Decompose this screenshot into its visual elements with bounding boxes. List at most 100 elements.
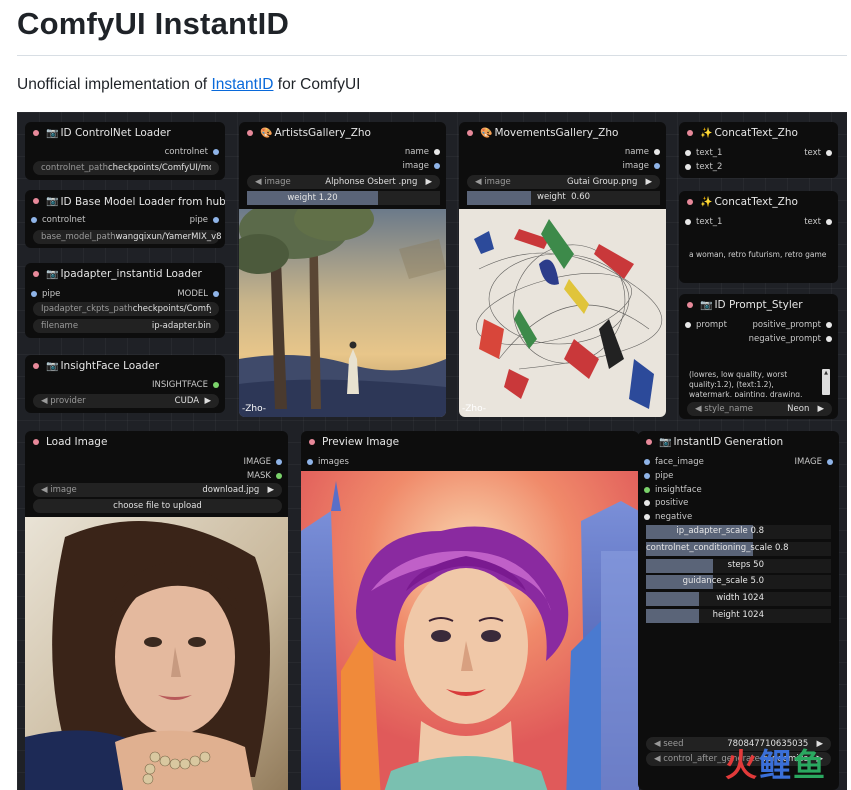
slider-controlnet-conditioning-scale[interactable]: controlnet_conditioning_scale 0.8 (646, 541, 831, 556)
output-dot-icon[interactable] (827, 459, 833, 465)
node-header[interactable]: 📷 InstantID Generation (638, 431, 839, 453)
output-slot-name[interactable]: name (405, 147, 440, 157)
output-dot-icon[interactable] (276, 473, 282, 479)
input-slot-controlnet[interactable]: controlnet (31, 215, 85, 225)
collapse-dot-icon[interactable] (687, 302, 693, 308)
node-header[interactable]: 🎨 ArtistsGallery_Zho (239, 122, 446, 144)
input-slot-text-2[interactable]: text_2 (685, 162, 722, 172)
style-name-widget[interactable]: ◀ style_name Neon ▶ (687, 402, 832, 416)
node-header[interactable]: ✨ ConcatText_Zho (679, 191, 838, 213)
input-slot-negative[interactable]: negative (644, 512, 692, 522)
provider-widget[interactable]: ◀ provider CUDA ▶ (33, 394, 219, 408)
output-slot-insightface[interactable]: INSIGHTFACE (152, 380, 219, 390)
input-slot-face-image[interactable]: face_image (644, 457, 704, 467)
input-dot-icon[interactable] (644, 500, 650, 506)
slider-ip-adapter-scale[interactable]: ip_adapter_scale 0.8 (646, 525, 831, 539)
collapse-dot-icon[interactable] (33, 198, 39, 204)
node-insightface-loader[interactable]: 📷 InsightFace Loader INSIGHTFACE ◀ provid… (25, 355, 225, 413)
node-header[interactable]: 📷 ID ControlNet Loader (25, 122, 225, 144)
node-concat-text-2[interactable]: ✨ ConcatText_Zho text_1 text a woman, ret… (679, 191, 838, 283)
node-canvas[interactable]: 📷 ID ControlNet Loader controlnet control… (17, 112, 847, 790)
node-concat-text-1[interactable]: ✨ ConcatText_Zho text_1 text_2 text (679, 122, 838, 178)
output-dot-icon[interactable] (826, 336, 832, 342)
input-slot-text-1[interactable]: text_1 (685, 148, 722, 158)
node-ipadapter-loader[interactable]: 📷 Ipadapter_instantid Loader pipe MODEL I… (25, 263, 225, 338)
input-slot-pipe[interactable]: pipe (31, 289, 60, 299)
output-dot-icon[interactable] (826, 219, 832, 225)
collapse-dot-icon[interactable] (309, 439, 315, 445)
node-header[interactable]: 🎨 MovementsGallery_Zho (459, 122, 666, 144)
node-header[interactable]: 📷 InsightFace Loader (25, 355, 225, 377)
node-artists-gallery[interactable]: 🎨 ArtistsGallery_Zho name image ◀ image Al… (239, 122, 446, 417)
input-dot-icon[interactable] (644, 473, 650, 479)
slider-steps[interactable]: steps 50 (646, 558, 831, 573)
input-slot-positive[interactable]: positive (644, 498, 688, 508)
output-slot-negative-prompt[interactable]: negative_prompt (749, 334, 832, 344)
input-slot-images[interactable]: images (307, 457, 349, 467)
input-dot-icon[interactable] (685, 219, 691, 225)
input-dot-icon[interactable] (644, 459, 650, 465)
output-slot-mask[interactable]: MASK (247, 471, 282, 481)
output-dot-icon[interactable] (826, 322, 832, 328)
node-header[interactable]: Preview Image (301, 431, 639, 453)
weight-slider-fill[interactable]: weight 1.20 (247, 191, 378, 205)
output-dot-icon[interactable] (434, 149, 440, 155)
negative-text-area[interactable]: (lowres, low quality, worst quality:1.2)… (683, 367, 821, 397)
base-model-path-widget[interactable]: base_model_path wangqixun/YamerMIX_v8 (33, 230, 222, 244)
node-base-model-loader[interactable]: 📷 ID Base Model Loader from hub 🤗 control… (25, 190, 225, 248)
output-dot-icon[interactable] (434, 163, 440, 169)
node-movements-gallery[interactable]: 🎨 MovementsGallery_Zho name image ◀ image… (459, 122, 666, 417)
output-slot-name[interactable]: name (625, 147, 660, 157)
collapse-dot-icon[interactable] (33, 130, 39, 136)
upload-button[interactable]: choose file to upload (33, 499, 282, 513)
node-prompt-styler[interactable]: 📷 ID Prompt_Styler prompt positive_prompt… (679, 294, 838, 419)
input-dot-icon[interactable] (685, 322, 691, 328)
input-dot-icon[interactable] (31, 217, 37, 223)
output-slot-model[interactable]: MODEL (177, 289, 219, 299)
collapse-dot-icon[interactable] (33, 271, 39, 277)
node-instantid-generation[interactable]: 📷 InstantID Generation IMAGE face_image p… (638, 431, 839, 790)
output-dot-icon[interactable] (826, 150, 832, 156)
output-slot-pipe[interactable]: pipe (190, 215, 219, 225)
collapse-dot-icon[interactable] (247, 130, 253, 136)
instantid-link[interactable]: InstantID (211, 76, 273, 93)
controlnet-path-widget[interactable]: controlnet_pathcheckpoints/ComfyUI/model… (33, 161, 219, 175)
node-header[interactable]: 📷 ID Base Model Loader from hub 🤗 (25, 190, 225, 212)
node-preview-image[interactable]: Preview Image images (301, 431, 639, 790)
output-dot-icon[interactable] (654, 149, 660, 155)
slider-guidance-scale[interactable]: guidance_scale 5.0 (646, 575, 831, 590)
scroll-up-icon[interactable]: ▲ (822, 369, 830, 377)
input-dot-icon[interactable] (685, 150, 691, 156)
output-dot-icon[interactable] (213, 149, 219, 155)
filename-widget[interactable]: filename ip-adapter.bin (33, 319, 219, 333)
node-controlnet-loader[interactable]: 📷 ID ControlNet Loader controlnet control… (25, 122, 225, 180)
collapse-dot-icon[interactable] (687, 130, 693, 136)
output-slot-image[interactable]: IMAGE (795, 457, 833, 467)
output-dot-icon[interactable] (213, 291, 219, 297)
collapse-dot-icon[interactable] (687, 199, 693, 205)
output-slot-text[interactable]: text (804, 148, 832, 158)
output-slot-image[interactable]: image (403, 161, 440, 171)
node-header[interactable]: ✨ ConcatText_Zho (679, 122, 838, 144)
image-combo-widget[interactable]: ◀ image Alphonse Osbert .png ▶ (247, 175, 440, 189)
collapse-dot-icon[interactable] (646, 439, 652, 445)
node-header[interactable]: 📷 Ipadapter_instantid Loader (25, 263, 225, 285)
node-load-image[interactable]: Load Image IMAGE MASK ◀ image download.jp… (25, 431, 288, 790)
output-slot-controlnet[interactable]: controlnet (165, 147, 219, 157)
slider-width[interactable]: width 1024 (646, 592, 831, 607)
node-header[interactable]: Load Image (25, 431, 288, 453)
weight-slider-fill[interactable] (467, 191, 531, 205)
output-dot-icon[interactable] (276, 459, 282, 465)
input-slot-prompt[interactable]: prompt (685, 320, 727, 330)
text-input-area[interactable]: a woman, retro futurism, retro game (683, 247, 834, 267)
slider-height[interactable]: height 1024 (646, 609, 831, 623)
input-dot-icon[interactable] (307, 459, 313, 465)
output-slot-image[interactable]: IMAGE (244, 457, 282, 467)
image-combo-widget[interactable]: ◀ image download.jpg ▶ (33, 483, 282, 497)
collapse-dot-icon[interactable] (467, 130, 473, 136)
output-slot-positive-prompt[interactable]: positive_prompt (752, 320, 832, 330)
input-dot-icon[interactable] (644, 514, 650, 520)
output-dot-icon[interactable] (654, 163, 660, 169)
input-dot-icon[interactable] (644, 487, 650, 493)
input-slot-pipe[interactable]: pipe (644, 471, 673, 481)
